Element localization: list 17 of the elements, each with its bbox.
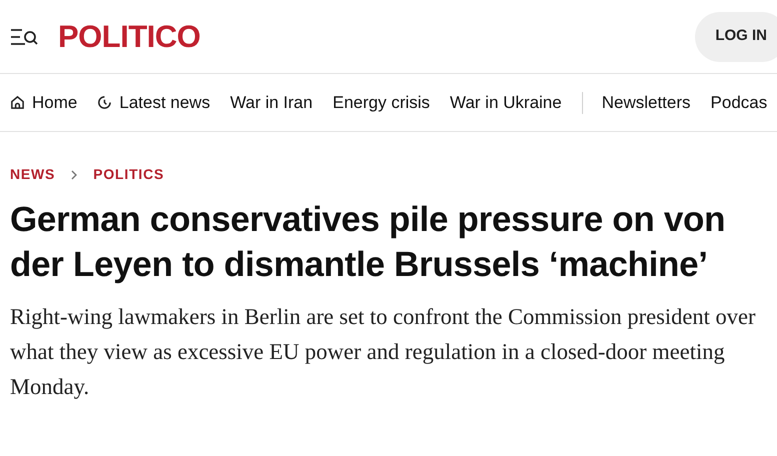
login-button[interactable]: LOG IN (695, 12, 777, 62)
menu-search-icon[interactable] (10, 28, 38, 46)
nav-link[interactable]: Podcas (710, 90, 768, 116)
nav-link[interactable]: Newsletters (602, 90, 691, 116)
article-headline: German conservatives pile pressure on von der Leyen to dismantle Brussels ‘machine’ (10, 199, 726, 286)
nav-link[interactable]: Energy crisis (332, 90, 430, 116)
breadcrumb-link[interactable]: NEWS (10, 164, 56, 185)
clock-icon (97, 95, 112, 110)
nav-link[interactable]: Latest news (97, 90, 210, 116)
chevron-right-icon (71, 170, 78, 180)
nav-link[interactable]: Home (10, 90, 78, 116)
breadcrumb-link[interactable]: POLITICS (93, 164, 164, 185)
nav-link[interactable]: War in Ukraine (450, 90, 562, 116)
nav-link[interactable]: War in Iran (230, 90, 313, 116)
home-icon (10, 95, 25, 110)
politico-logo[interactable]: POLITICO (58, 21, 200, 52)
article-summary: Right-wing lawmakers in Berlin are set to confront the Commission president over what they view as excessive EU power and regulation in a closed-door meeting Monday. (10, 303, 756, 401)
